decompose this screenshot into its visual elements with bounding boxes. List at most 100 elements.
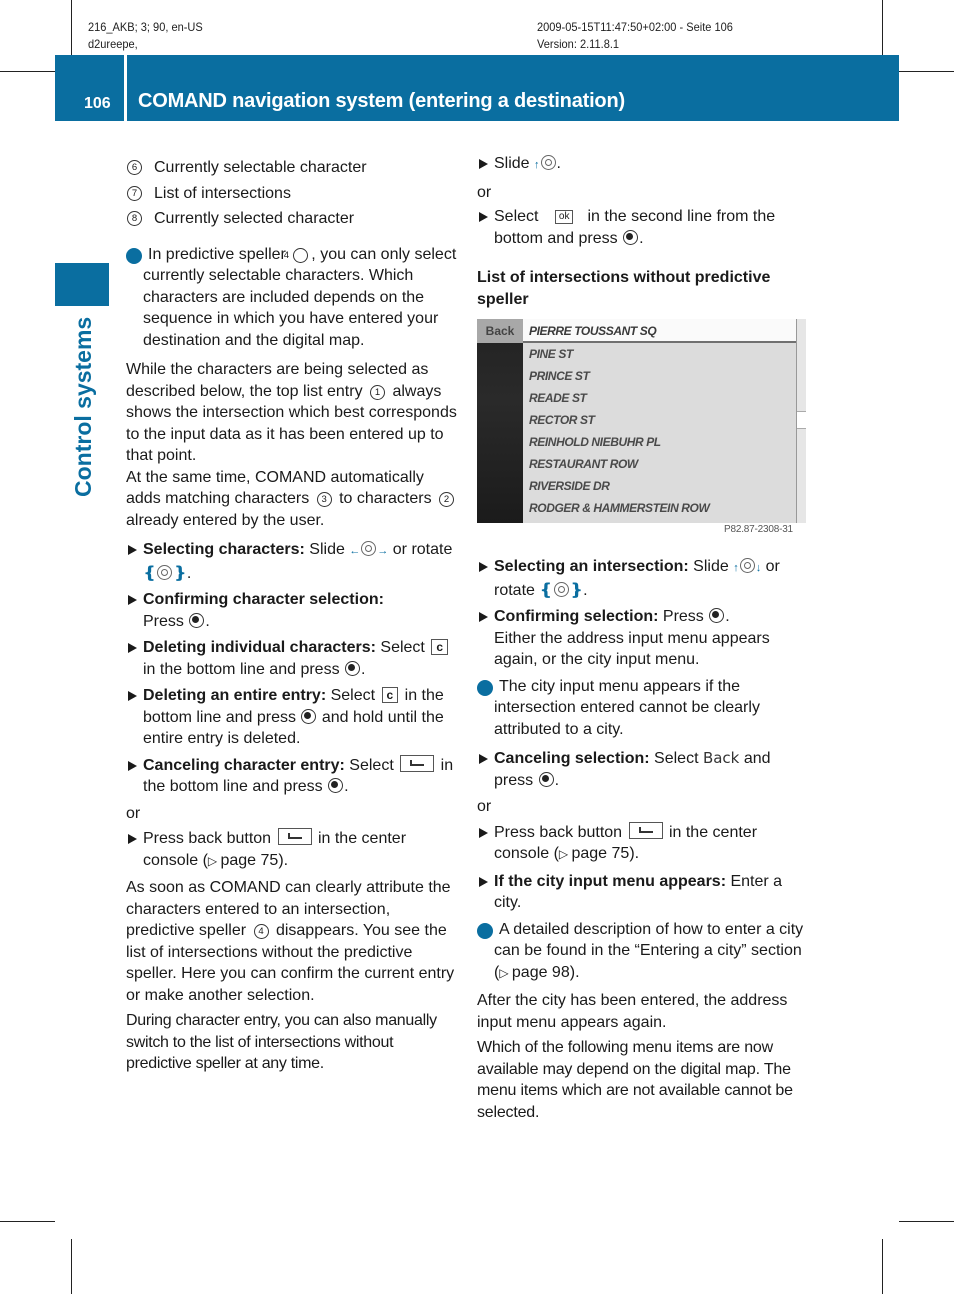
text: Press back button: [494, 823, 627, 841]
legend-item: 6 Currently selectable character: [126, 155, 461, 181]
page-ref-icon: ▷: [499, 965, 512, 980]
ui-term: Back: [702, 749, 740, 767]
page-ref-link[interactable]: page 98: [512, 964, 570, 981]
press-controller-icon: [345, 660, 361, 676]
text: Select: [375, 639, 430, 656]
page-title: COMAND navigation system (entering a des…: [138, 90, 625, 112]
legend-text: Currently selected character: [154, 210, 355, 227]
press-controller-icon: [328, 778, 344, 793]
clear-key-icon: c: [431, 639, 448, 655]
press-controller-icon: [538, 771, 554, 787]
step-label: Deleting individual characters:: [143, 639, 376, 656]
intersection-list: PIERRE TOUSSANT SQ PINE ST PRINCE ST REA…: [523, 319, 796, 523]
info-note: iA detailed description of how to enter …: [468, 919, 812, 985]
text: ).: [278, 851, 289, 869]
info-icon: i: [117, 248, 142, 265]
list-item-selected[interactable]: PIERRE TOUSSANT SQ: [529, 324, 657, 338]
text: In predictive speller: [148, 245, 291, 263]
scrollbar[interactable]: [796, 319, 806, 523]
controller-icon: [157, 564, 173, 580]
slide-up-icon: ↑: [733, 562, 739, 574]
text: .: [639, 229, 644, 247]
callout-number: 3: [316, 492, 332, 508]
list-item[interactable]: PRINCE ST: [529, 369, 590, 383]
page-ref-link[interactable]: page 75: [220, 852, 278, 869]
crop-mark: [0, 1221, 55, 1222]
instruction-step: Select ok in the second line from the bot…: [477, 206, 812, 249]
slide-left-icon: ←: [349, 545, 361, 557]
text: .: [344, 778, 349, 795]
legend-list: 6 Currently selectable character 7 List …: [126, 155, 461, 232]
step-label: Canceling character entry:: [143, 756, 345, 774]
step-label: Confirming selection:: [494, 608, 659, 625]
info-icon: i: [468, 680, 493, 697]
step-label: If the city input menu appears:: [494, 872, 727, 890]
info-note: i The city input menu appears if the inte…: [468, 676, 812, 741]
paragraph: Which of the following menu items are no…: [477, 1039, 793, 1121]
step-label: Selecting an intersection:: [494, 558, 689, 575]
scrollbar-thumb[interactable]: [797, 411, 806, 429]
text: ).: [629, 845, 640, 862]
crop-mark: [882, 1239, 883, 1294]
back-key-icon: [400, 754, 435, 772]
list-item[interactable]: REINHOLD NIEBUHR PL: [529, 435, 661, 449]
list-item[interactable]: READE ST: [529, 391, 587, 405]
text: Slide: [688, 558, 734, 575]
rotate-left-icon: ❴: [143, 564, 157, 582]
text: .: [186, 564, 192, 582]
right-column: Slide ↑. or Select ok in the second line …: [477, 153, 812, 320]
crop-mark: [71, 1239, 72, 1294]
step-label: Confirming character selection:: [143, 591, 384, 608]
legend-text: Currently selectable character: [154, 159, 367, 176]
press-controller-icon: [301, 708, 317, 724]
back-key-icon: [628, 821, 663, 839]
info-note: i In predictive speller 4, you can only s…: [117, 244, 461, 352]
callout-number: 6: [127, 160, 142, 176]
text: or rotate: [388, 541, 453, 558]
instruction-step: Selecting characters: Slide ← → or rotate…: [126, 539, 461, 584]
callout-number: 8: [127, 211, 142, 227]
print-meta-right: 2009-05-15T11:47:50+02:00 - Seite 106 Ve…: [537, 19, 733, 53]
text: ).: [569, 963, 580, 981]
controller-icon: [361, 541, 377, 556]
instruction-step: If the city input menu appears: Enter a …: [477, 871, 812, 914]
subheading: List of intersections without predictive…: [477, 269, 771, 308]
instruction-step: Deleting an entire entry: Select c in th…: [126, 685, 461, 750]
ok-key-icon: ok: [554, 210, 574, 224]
callout-number: 1: [370, 384, 386, 400]
text: .: [583, 581, 588, 599]
paragraph: While the characters are being selected …: [126, 359, 461, 467]
text: Slide: [494, 155, 535, 172]
slide-right-icon: →: [377, 545, 389, 557]
or-label: or: [126, 804, 141, 822]
text: Either the address input menu appears ag…: [494, 629, 770, 669]
instruction-step: Slide ↑.: [477, 153, 812, 177]
callout-number: 7: [127, 185, 142, 201]
rotate-left-icon: ❴: [539, 581, 553, 599]
back-button[interactable]: Back: [477, 319, 523, 343]
text: to characters: [334, 490, 437, 507]
slide-up-icon: ↑: [534, 159, 540, 171]
back-key-icon: [277, 828, 312, 845]
section-label: Control systems: [70, 316, 96, 497]
list-item[interactable]: RECTOR ST: [529, 413, 595, 427]
paragraph: As soon as COMAND can clearly attribute …: [126, 877, 461, 1006]
legend-item: 7 List of intersections: [126, 181, 461, 207]
text: Slide: [304, 541, 350, 558]
page-ref-link[interactable]: page 75: [571, 845, 629, 862]
text: Press back button: [143, 830, 276, 847]
press-controller-icon: [189, 612, 205, 628]
paragraph: After the city has been entered, the add…: [477, 992, 788, 1031]
step-label: Deleting an entire entry:: [143, 687, 327, 704]
list-item[interactable]: RODGER & HAMMERSTEIN ROW: [529, 501, 710, 515]
callout-number: 4: [253, 924, 269, 940]
list-item[interactable]: PINE ST: [529, 347, 573, 361]
print-meta-line: Version: 2.11.8.1: [537, 37, 620, 51]
print-meta-line: 2009-05-15T11:47:50+02:00 - Seite 106: [537, 20, 733, 34]
list-item[interactable]: RIVERSIDE DR: [529, 479, 610, 493]
list-item[interactable]: RESTAURANT ROW: [529, 457, 638, 471]
text: Select: [649, 750, 703, 767]
print-meta-left: 216_AKB; 3; 90, en-US d2ureepe,: [88, 19, 203, 53]
legend-text: List of intersections: [154, 184, 291, 202]
print-meta-line: 216_AKB; 3; 90, en-US: [88, 20, 203, 34]
